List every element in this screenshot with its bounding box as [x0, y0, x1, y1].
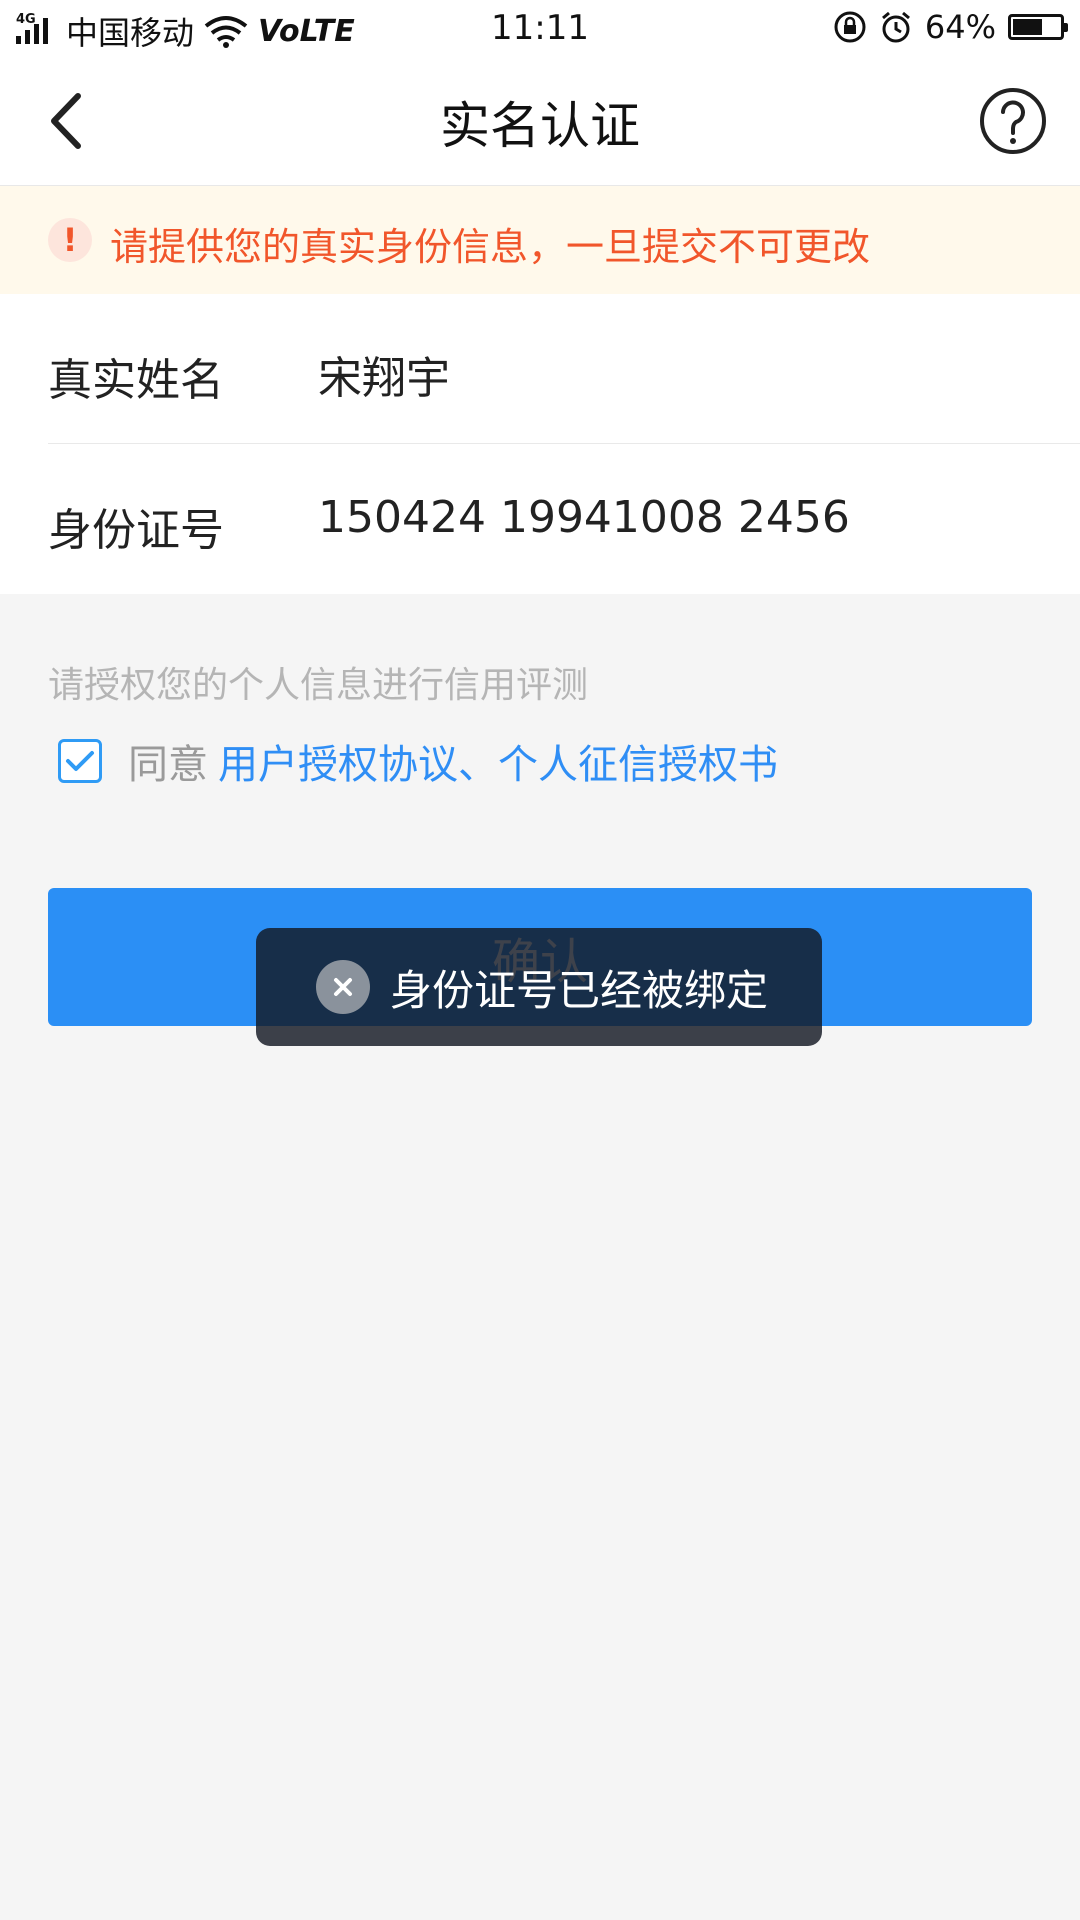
- help-question-icon[interactable]: [978, 86, 1048, 156]
- name-field[interactable]: 宋翔宇: [318, 342, 450, 406]
- alarm-icon: [881, 11, 910, 43]
- page-title: 实名认证: [440, 97, 640, 155]
- status-right: 64%: [833, 8, 1068, 46]
- close-icon: [316, 960, 370, 1014]
- id-row[interactable]: 身份证号 150424 19941008 2456: [0, 444, 1080, 594]
- warning-banner: ! 请提供您的真实身份信息，一旦提交不可更改: [0, 186, 1080, 294]
- battery-percent: 64%: [924, 8, 996, 46]
- id-label: 身份证号: [48, 505, 224, 556]
- identity-form: 真实姓名 宋翔宇 身份证号 150424 19941008 2456: [0, 294, 1080, 594]
- checkmark-icon: [66, 751, 94, 771]
- name-row[interactable]: 真实姓名 宋翔宇: [0, 294, 1080, 444]
- status-bar: 4G 中国移动 VoLTE 11:11 64%: [0, 0, 1080, 56]
- id-number-field[interactable]: 150424 19941008 2456: [318, 492, 850, 543]
- toast-message: 身份证号已经被绑定: [390, 965, 769, 1015]
- error-toast: 身份证号已经被绑定: [256, 928, 822, 1046]
- agree-prefix: 同意: [128, 742, 208, 788]
- warning-text: 请提供您的真实身份信息，一旦提交不可更改: [110, 225, 871, 269]
- battery-icon: [1008, 14, 1068, 40]
- rotation-lock-icon: [834, 11, 866, 43]
- agreement-link[interactable]: 用户授权协议、个人征信授权书: [218, 732, 778, 790]
- agreement-checkbox[interactable]: [58, 739, 102, 783]
- name-label: 真实姓名: [48, 355, 224, 406]
- auth-hint-text: 请授权您的个人信息进行信用评测: [48, 665, 589, 706]
- nav-bar: 实名认证: [0, 56, 1080, 186]
- exclamation-icon: !: [48, 218, 92, 262]
- agreement-row: 同意 用户授权协议、个人征信授权书: [58, 732, 778, 790]
